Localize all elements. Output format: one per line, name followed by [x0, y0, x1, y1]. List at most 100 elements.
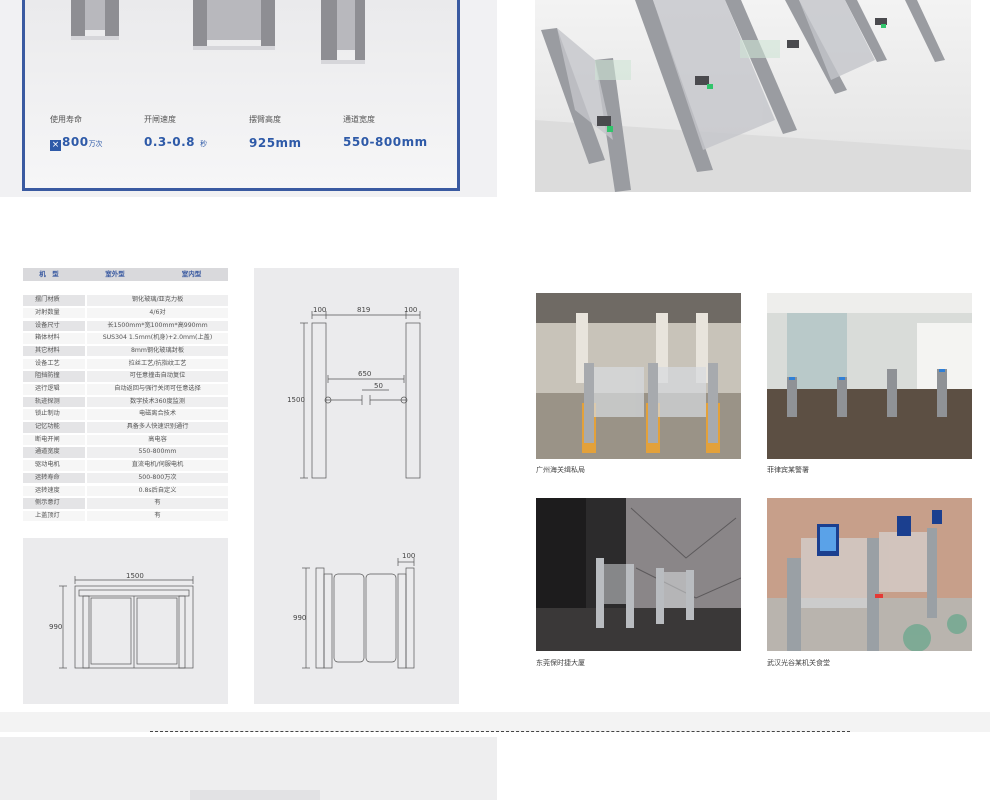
table-header: 机 型 室外型 室内型	[23, 268, 228, 281]
gate-lane-illustration	[535, 0, 971, 192]
case-photo-philippines	[767, 293, 972, 459]
dim-front-total: 1500	[126, 572, 144, 580]
table-row: 断电开闸 高电容	[23, 434, 228, 446]
spec-label: 通道宽度	[343, 115, 375, 124]
table-cell-key: 驱动电机	[23, 460, 85, 471]
table-cell-value: 直流电机/伺服电机	[87, 460, 228, 471]
multiply-icon: ×	[50, 140, 61, 151]
case-caption-philippines: 菲律宾某警署	[767, 466, 809, 474]
table-cell-value: 8mm钢化玻璃封板	[87, 345, 228, 357]
table-cell-key: 运行逻辑	[23, 384, 85, 395]
case-photo-guangzhou-scene	[536, 293, 741, 459]
dim-gap: 819	[357, 306, 370, 314]
bottom-band	[0, 712, 990, 732]
table-cell-value: 高电容	[87, 434, 228, 446]
table-cell-key: 对射数量	[23, 307, 85, 319]
table-cell-key: 摆门材质	[23, 295, 85, 306]
spec-unit: 秒	[200, 140, 208, 148]
spec-lifespan: 使用寿命 × 800万次	[50, 114, 103, 151]
spec-lane-width: 通道宽度 550-800mm	[343, 114, 428, 150]
table-body: 摆门材质 钢化玻璃/亚克力板 对射数量 4/6对 设备尺寸 长1500mm*宽100mm*…	[23, 295, 228, 522]
table-cell-value: 有	[87, 510, 228, 522]
spec-value: 0.3-0.8	[144, 135, 195, 149]
gate-lane-photo	[535, 0, 971, 192]
dim-front-height: 990	[49, 623, 62, 631]
case-photo-guangzhou	[536, 293, 741, 459]
table-header-outdoor: 室外型	[105, 270, 125, 278]
table-row: 运转速度 0.8s后自定义	[23, 485, 228, 496]
table-row: 驱动电机 直流电机/伺服电机	[23, 460, 228, 471]
table-cell-value: SUS304 1.5mm(机身)+2.0mm(上盖)	[87, 333, 228, 344]
table-header-model: 机 型	[39, 270, 59, 278]
table-cell-value: 有	[87, 498, 228, 509]
dim-length: 1500	[287, 396, 305, 404]
spec-value: 550-800mm	[343, 135, 428, 149]
case-caption-wuhan: 武汉光谷某机关食堂	[767, 659, 830, 667]
spec-value: 925mm	[249, 136, 302, 150]
front-view-panel: 1500 990	[23, 538, 228, 704]
table-cell-key: 上盖顶灯	[23, 510, 85, 522]
spec-table: 机 型 室外型 室内型 摆门材质 钢化玻璃/亚克力板 对射数量 4/6对 设备尺寸 长15…	[23, 268, 228, 522]
table-row: 摆门材质 钢化玻璃/亚克力板	[23, 295, 228, 306]
table-cell-value: 拉丝工艺/抗指纹工艺	[87, 358, 228, 370]
dim-side-height: 990	[293, 614, 306, 622]
table-row: 设备工艺 拉丝工艺/抗指纹工艺	[23, 358, 228, 370]
table-row: 记忆功能 具备多人快速识别通行	[23, 422, 228, 433]
table-row: 箱体材料 SUS304 1.5mm(机身)+2.0mm(上盖)	[23, 333, 228, 344]
table-cell-value: 具备多人快速识别通行	[87, 422, 228, 433]
table-cell-key: 设备尺寸	[23, 320, 85, 332]
dim-arm: 650	[358, 370, 371, 378]
table-row: 对射数量 4/6对	[23, 307, 228, 319]
table-cell-value: 500-800万次	[87, 472, 228, 484]
table-row: 轨迹探测 数字技术360度监测	[23, 396, 228, 408]
table-row: 运转寿命 500-800万次	[23, 472, 228, 484]
table-cell-key: 箱体材料	[23, 333, 85, 344]
gate-product-illustration	[71, 0, 365, 64]
table-cell-key: 轨迹探测	[23, 396, 85, 408]
dim-side-width: 100	[402, 552, 415, 560]
top-view-drawing: 100 819 100 650 50 1500 100 990	[287, 306, 421, 669]
dim-post-b: 100	[404, 306, 417, 314]
spec-arm-height: 摆臂高度 925mm	[249, 114, 302, 151]
next-section-image	[190, 790, 320, 800]
dimension-drawing-panel: 100 819 100 650 50 1500 100 990	[254, 268, 459, 704]
case-caption-dongguan: 东莞保时捷大厦	[536, 659, 585, 667]
table-row: 设备尺寸 长1500mm*宽100mm*高990mm	[23, 320, 228, 332]
table-cell-key: 设备工艺	[23, 358, 85, 370]
table-cell-value: 0.8s后自定义	[87, 485, 228, 496]
spec-label: 开闸速度	[144, 115, 176, 124]
table-cell-key: 断电开闸	[23, 434, 85, 446]
dim-post-a: 100	[313, 306, 326, 314]
table-row: 其它材料 8mm钢化玻璃封板	[23, 345, 228, 357]
table-row: 侧示意灯有	[23, 498, 228, 509]
table-cell-key: 其它材料	[23, 345, 85, 357]
case-photo-dongguan	[536, 498, 741, 651]
case-photo-wuhan	[767, 498, 972, 651]
table-row: 阻挡防撞 可任意撞击自动复位	[23, 371, 228, 382]
table-cell-value: 长1500mm*宽100mm*高990mm	[87, 320, 228, 332]
product-card-frame: 使用寿命 × 800万次 开闸速度 0.3-0.8 秒 摆臂高度 925mm 通道…	[22, 0, 460, 191]
product-card: 使用寿命 × 800万次 开闸速度 0.3-0.8 秒 摆臂高度 925mm 通道…	[0, 0, 497, 197]
case-caption-guangzhou: 广州海关缉私局	[536, 466, 585, 474]
table-cell-value: 可任意撞击自动复位	[87, 371, 228, 382]
table-cell-value: 自动返回与强行关闭可任意选择	[87, 384, 228, 395]
case-photo-wuhan-scene	[767, 498, 972, 651]
spec-unit: 万次	[88, 140, 103, 148]
table-cell-key: 侧示意灯	[23, 498, 85, 509]
dashed-divider	[150, 731, 850, 732]
front-view-drawing: 1500 990	[49, 572, 194, 669]
table-cell-key: 阻挡防撞	[23, 371, 85, 382]
spec-label: 使用寿命	[50, 115, 82, 124]
table-cell-value: 数字技术360度监测	[87, 396, 228, 408]
table-cell-value: 4/6对	[87, 307, 228, 319]
table-cell-key: 记忆功能	[23, 422, 85, 433]
case-photo-dongguan-scene	[536, 498, 741, 651]
table-cell-key: 运转速度	[23, 485, 85, 496]
table-cell-value: 钢化玻璃/亚克力板	[87, 295, 228, 306]
table-cell-key: 锁止制动	[23, 409, 85, 420]
spec-label: 摆臂高度	[249, 115, 281, 124]
table-row: 上盖顶灯有	[23, 510, 228, 522]
spec-value: 800	[62, 135, 89, 149]
table-row: 运行逻辑 自动返回与强行关闭可任意选择	[23, 384, 228, 395]
table-cell-key: 通道宽度	[23, 447, 85, 458]
